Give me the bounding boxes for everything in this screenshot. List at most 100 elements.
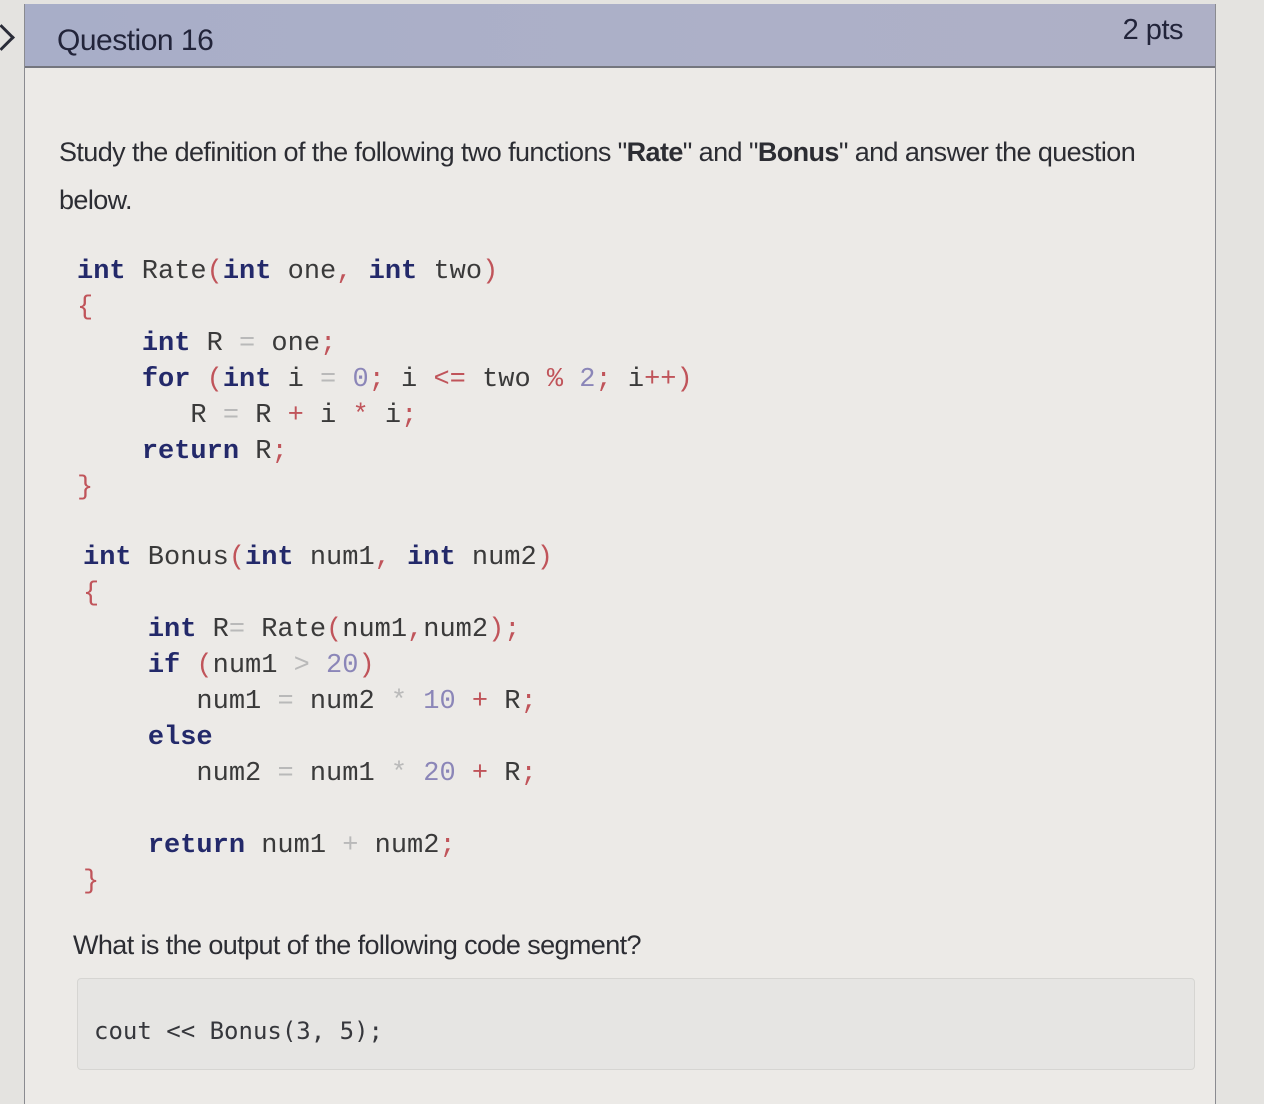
rate-code-line: } — [77, 470, 693, 506]
code-token: ; — [595, 365, 612, 395]
code-token: + — [287, 401, 304, 431]
bonus-function-code: int Bonus(int num1, int num2){ int R= Ra… — [83, 540, 553, 900]
question-card: Question 16 2 pts Study the definition o… — [24, 4, 1216, 1104]
bonus-code-line: int Bonus(int num1, int num2) — [83, 540, 553, 576]
code-token: ; — [439, 831, 456, 861]
code-token: return — [147, 831, 246, 861]
intro-text: " and " — [682, 137, 759, 167]
code-token: i — [384, 365, 434, 395]
code-token: , — [407, 615, 424, 645]
code-token: = — [320, 365, 337, 395]
code-token: one — [255, 329, 321, 359]
code-token: ( — [206, 365, 223, 395]
rate-code-line: { — [77, 290, 693, 326]
code-token: int — [407, 543, 456, 573]
code-token: num1 — [245, 831, 343, 861]
rate-code-line: int Rate(int one, int two) — [77, 254, 693, 290]
code-token: i — [303, 401, 353, 431]
code-token: { — [77, 293, 94, 323]
code-token: } — [83, 867, 100, 897]
intro-text: Study the definition of the following tw… — [59, 137, 627, 167]
code-token: 20 — [326, 651, 359, 681]
bonus-code-line: } — [83, 864, 553, 900]
code-token: int — [77, 257, 126, 287]
code-token: 10 — [423, 687, 456, 717]
code-token: num2 — [455, 543, 537, 573]
code-token: two — [465, 365, 547, 395]
code-snippet: cout << Bonus(3, 5); — [94, 1017, 383, 1045]
code-token: R — [239, 437, 272, 467]
code-token: ) — [358, 651, 375, 681]
code-token: int — [222, 365, 272, 395]
code-token: , — [374, 543, 391, 573]
code-token: % — [546, 365, 564, 395]
code-token: * — [390, 687, 408, 717]
code-token: <= — [433, 365, 466, 395]
code-token: R — [77, 401, 223, 431]
code-token: + — [471, 759, 489, 789]
code-token: int — [147, 615, 197, 645]
code-token: num2 — [293, 687, 391, 717]
question-prompt: What is the output of the following code… — [73, 930, 642, 960]
code-token: R — [190, 329, 240, 359]
bonus-code-line — [83, 792, 553, 828]
code-token: * — [390, 759, 408, 789]
code-token: Bonus — [131, 543, 229, 573]
code-token: R — [488, 687, 521, 717]
code-token: , — [336, 257, 353, 287]
code-token: num1 — [83, 687, 278, 717]
intro-function-bonus: Bonus — [757, 137, 840, 167]
code-token: if — [147, 651, 181, 681]
code-token: ) — [482, 257, 499, 287]
question-title: Question 16 — [57, 24, 214, 57]
code-token: 2 — [579, 365, 596, 395]
rate-code-line: return R; — [77, 434, 693, 470]
code-token: num1 — [293, 759, 391, 789]
code-token: { — [83, 579, 100, 609]
code-token: int — [368, 257, 418, 287]
bonus-code-line: num2 = num1 * 20 + R; — [83, 756, 553, 792]
rate-code-line: int R = one; — [77, 326, 693, 362]
code-token: = — [228, 615, 246, 645]
code-token: + — [471, 687, 489, 717]
code-token: 20 — [423, 759, 456, 789]
rate-code-line: R = R + i * i; — [77, 398, 693, 434]
code-token: ; — [320, 329, 337, 359]
code-token: ; — [368, 365, 385, 395]
code-token: num2 — [83, 759, 278, 789]
code-token: ; — [520, 759, 537, 789]
question-intro: Study the definition of the following tw… — [59, 128, 1199, 224]
code-token: = — [277, 759, 294, 789]
code-token: + — [342, 831, 359, 861]
code-token: i — [368, 401, 402, 431]
question-points: 2 pts — [1122, 14, 1184, 46]
collapse-chevron-icon[interactable] — [0, 24, 15, 51]
code-token: i — [271, 365, 321, 395]
code-token: ; — [271, 437, 288, 467]
code-token: else — [147, 723, 213, 753]
code-token: ( — [206, 257, 223, 287]
code-token: ); — [488, 615, 521, 645]
code-token: } — [77, 473, 94, 503]
rate-code-line: for (int i = 0; i <= two % 2; i++) — [77, 362, 693, 398]
bonus-code-line: { — [83, 576, 553, 612]
code-token: one — [271, 257, 337, 287]
question-header: Question 16 2 pts — [25, 4, 1215, 68]
code-token: two — [417, 257, 483, 287]
bonus-code-line: int R= Rate(num1,num2); — [83, 612, 553, 648]
code-token: = — [277, 687, 294, 717]
code-token: ; — [520, 687, 537, 717]
